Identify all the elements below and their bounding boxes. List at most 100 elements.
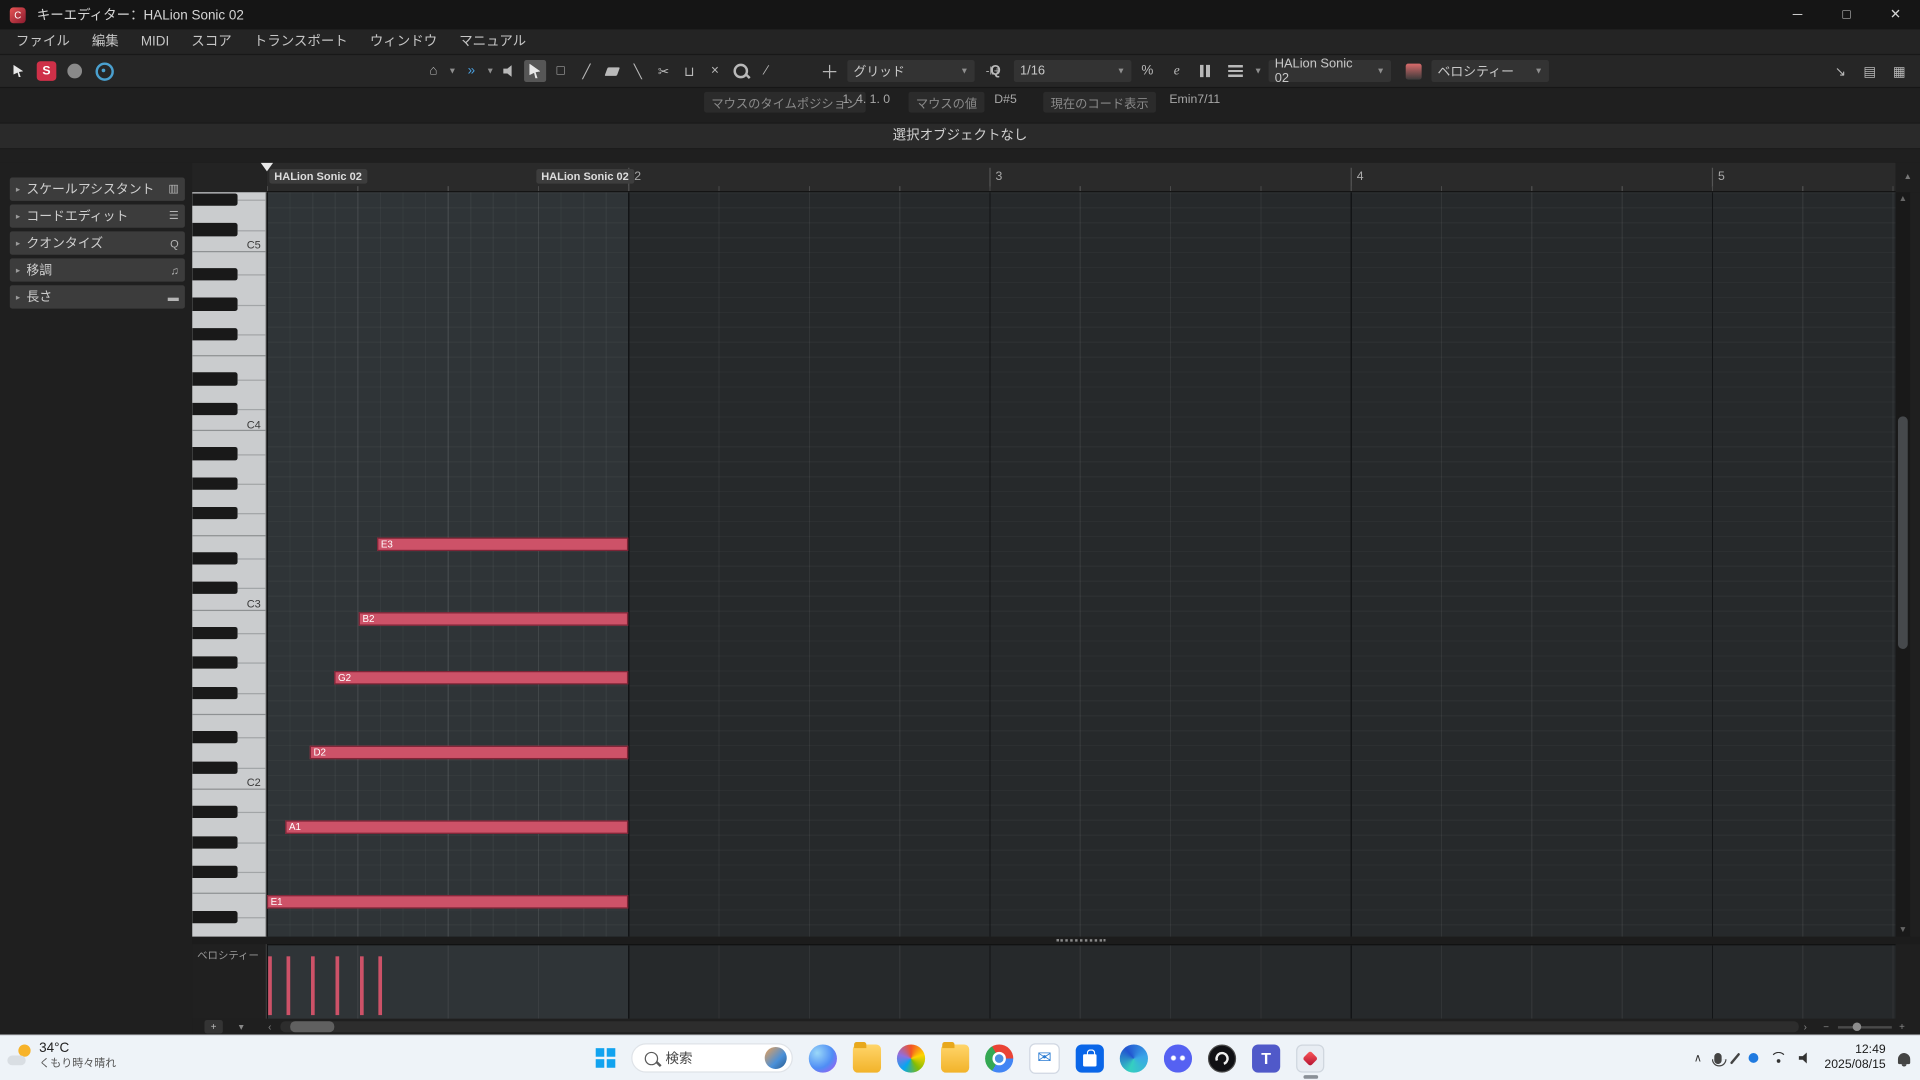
timeline-ruler[interactable]: 2345HALion Sonic 02HALion Sonic 02 xyxy=(267,163,1896,192)
split-tool-button[interactable]: ✂ xyxy=(653,60,675,82)
taskbar-cubase-icon[interactable] xyxy=(1296,1044,1324,1072)
autoscroll-dropdown-icon[interactable]: ▼ xyxy=(486,67,494,76)
black-key[interactable] xyxy=(192,477,237,489)
left-panel-section[interactable]: ▸長さ▬ xyxy=(10,285,185,308)
black-key[interactable] xyxy=(192,911,237,923)
midi-note[interactable]: B2 xyxy=(359,612,628,625)
velocity-bar[interactable] xyxy=(311,956,315,1015)
scrollbar-up-icon[interactable]: ▲ xyxy=(1896,195,1911,204)
velocity-bar[interactable] xyxy=(268,956,272,1015)
midi-note[interactable]: E3 xyxy=(377,537,628,550)
expand-arrow-icon[interactable]: ▸ xyxy=(16,211,20,221)
pin-icon[interactable] xyxy=(7,60,29,82)
taskbar-folder-icon[interactable] xyxy=(941,1044,969,1072)
part-edit-mode-dropdown-icon[interactable]: ▼ xyxy=(448,67,456,76)
lane-preset-dropdown-icon[interactable]: ▾ xyxy=(239,1020,244,1033)
black-key[interactable] xyxy=(192,403,237,415)
horizontal-scrollbar-thumb[interactable] xyxy=(290,1021,334,1032)
zoom-slider-handle[interactable] xyxy=(1853,1022,1862,1031)
trim-tool-button[interactable]: ╲ xyxy=(627,60,649,82)
controller-lane-select[interactable]: ベロシティー▼ xyxy=(1431,60,1549,82)
left-panel-section[interactable]: ▸コードエディット☰ xyxy=(10,204,185,227)
note-grid[interactable]: E3B2G2D2A1E1 xyxy=(267,192,1896,936)
window-layout-icon[interactable]: ▦ xyxy=(1888,60,1910,82)
scroll-right-icon[interactable]: › xyxy=(1804,1020,1807,1033)
black-key[interactable] xyxy=(192,373,237,385)
expand-arrow-icon[interactable]: ▸ xyxy=(16,238,20,248)
black-key[interactable] xyxy=(192,193,237,205)
search-daily-image[interactable] xyxy=(765,1047,787,1069)
expand-arrow-icon[interactable]: ▸ xyxy=(16,292,20,302)
record-in-editor-button[interactable] xyxy=(64,60,86,82)
menu-item-ウィンドウ[interactable]: ウィンドウ xyxy=(359,29,448,53)
maximize-button[interactable]: □ xyxy=(1822,0,1871,29)
acoustic-feedback-button[interactable] xyxy=(93,60,115,82)
line-tool-button[interactable]: ∕ xyxy=(755,60,777,82)
taskbar-edge-icon[interactable] xyxy=(1120,1044,1148,1072)
start-button[interactable] xyxy=(596,1048,616,1068)
black-key[interactable] xyxy=(192,806,237,818)
taskbar-weather-widget[interactable]: 34°C くもり時々晴れ xyxy=(7,1041,116,1070)
black-key[interactable] xyxy=(192,328,237,340)
taskbar-obs-icon[interactable] xyxy=(1208,1044,1236,1072)
speaker-icon[interactable] xyxy=(498,60,520,82)
black-key[interactable] xyxy=(192,627,237,639)
controller-lane-color-icon[interactable] xyxy=(1402,60,1424,82)
taskbar-photos-icon[interactable] xyxy=(897,1044,925,1072)
velocity-bar[interactable] xyxy=(360,956,364,1015)
tray-location-icon[interactable] xyxy=(1748,1053,1758,1063)
taskbar-store-icon[interactable] xyxy=(1076,1044,1104,1072)
left-panel-section[interactable]: ▸クオンタイズQ xyxy=(10,231,185,254)
tray-chevron-up-icon[interactable]: ∧ xyxy=(1694,1051,1702,1064)
zoom-slider[interactable] xyxy=(1838,1026,1892,1028)
tray-clock[interactable]: 12:49 2025/08/15 xyxy=(1824,1043,1885,1074)
piano-keyboard[interactable]: C5C4C3C2 xyxy=(192,192,267,936)
left-panel-section[interactable]: ▸スケールアシスタント▥ xyxy=(10,178,185,201)
glue-tool-button[interactable]: ⊔ xyxy=(678,60,700,82)
black-key[interactable] xyxy=(192,268,237,280)
taskbar-teams-icon[interactable] xyxy=(1252,1044,1280,1072)
black-key[interactable] xyxy=(192,552,237,564)
controller-lane-header[interactable]: ベロシティー xyxy=(192,944,267,1019)
expand-arrow-icon[interactable]: ▸ xyxy=(16,265,20,275)
select-tool-button[interactable] xyxy=(524,60,546,82)
lane-divider[interactable] xyxy=(192,937,1920,944)
tray-pen-icon[interactable] xyxy=(1730,1052,1741,1064)
horizontal-scrollbar[interactable] xyxy=(280,1021,1798,1032)
expand-arrow-icon[interactable]: ▸ xyxy=(16,184,20,194)
midi-note[interactable]: G2 xyxy=(334,671,628,684)
velocity-bar[interactable] xyxy=(287,956,291,1015)
menu-item-編集[interactable]: 編集 xyxy=(81,29,130,53)
scroll-left-icon[interactable]: ‹ xyxy=(268,1020,271,1033)
black-key[interactable] xyxy=(192,761,237,773)
black-key[interactable] xyxy=(192,223,237,235)
length-quantize-icon[interactable] xyxy=(1195,60,1217,82)
black-key[interactable] xyxy=(192,657,237,669)
lane-resize-handle-icon[interactable] xyxy=(1057,939,1106,941)
black-key[interactable] xyxy=(192,507,237,519)
midi-note[interactable]: A1 xyxy=(285,821,628,834)
grid-type-select[interactable]: グリッド▼ xyxy=(847,60,974,82)
midi-note[interactable]: D2 xyxy=(310,746,628,759)
add-controller-lane-button[interactable]: + xyxy=(204,1020,222,1033)
taskbar-chrome-icon[interactable] xyxy=(985,1044,1013,1072)
scroll-up-icon[interactable]: ▲ xyxy=(1896,163,1920,192)
erase-tool-button[interactable] xyxy=(601,60,623,82)
tray-mic-icon[interactable] xyxy=(1714,1052,1721,1063)
menu-item-スコア[interactable]: スコア xyxy=(180,29,242,53)
tray-wifi-icon[interactable] xyxy=(1771,1052,1787,1064)
velocity-bar[interactable] xyxy=(336,956,340,1015)
range-tool-button[interactable]: □ xyxy=(550,60,572,82)
taskbar-search-box[interactable]: 検索 xyxy=(631,1043,793,1072)
project-cursor-icon[interactable] xyxy=(261,163,273,178)
close-button[interactable]: ✕ xyxy=(1871,0,1920,29)
black-key[interactable] xyxy=(192,731,237,743)
event-colors-icon[interactable] xyxy=(1224,60,1246,82)
notification-bell-icon[interactable] xyxy=(1898,1052,1910,1063)
menu-item-MIDI[interactable]: MIDI xyxy=(130,29,180,53)
zoom-tool-button[interactable] xyxy=(730,60,752,82)
autoscroll-button[interactable]: » xyxy=(460,60,482,82)
snap-icon[interactable] xyxy=(818,60,840,82)
part-edit-mode-button[interactable]: ⌂ xyxy=(422,60,444,82)
quantize-icon[interactable]: Q xyxy=(984,60,1006,82)
